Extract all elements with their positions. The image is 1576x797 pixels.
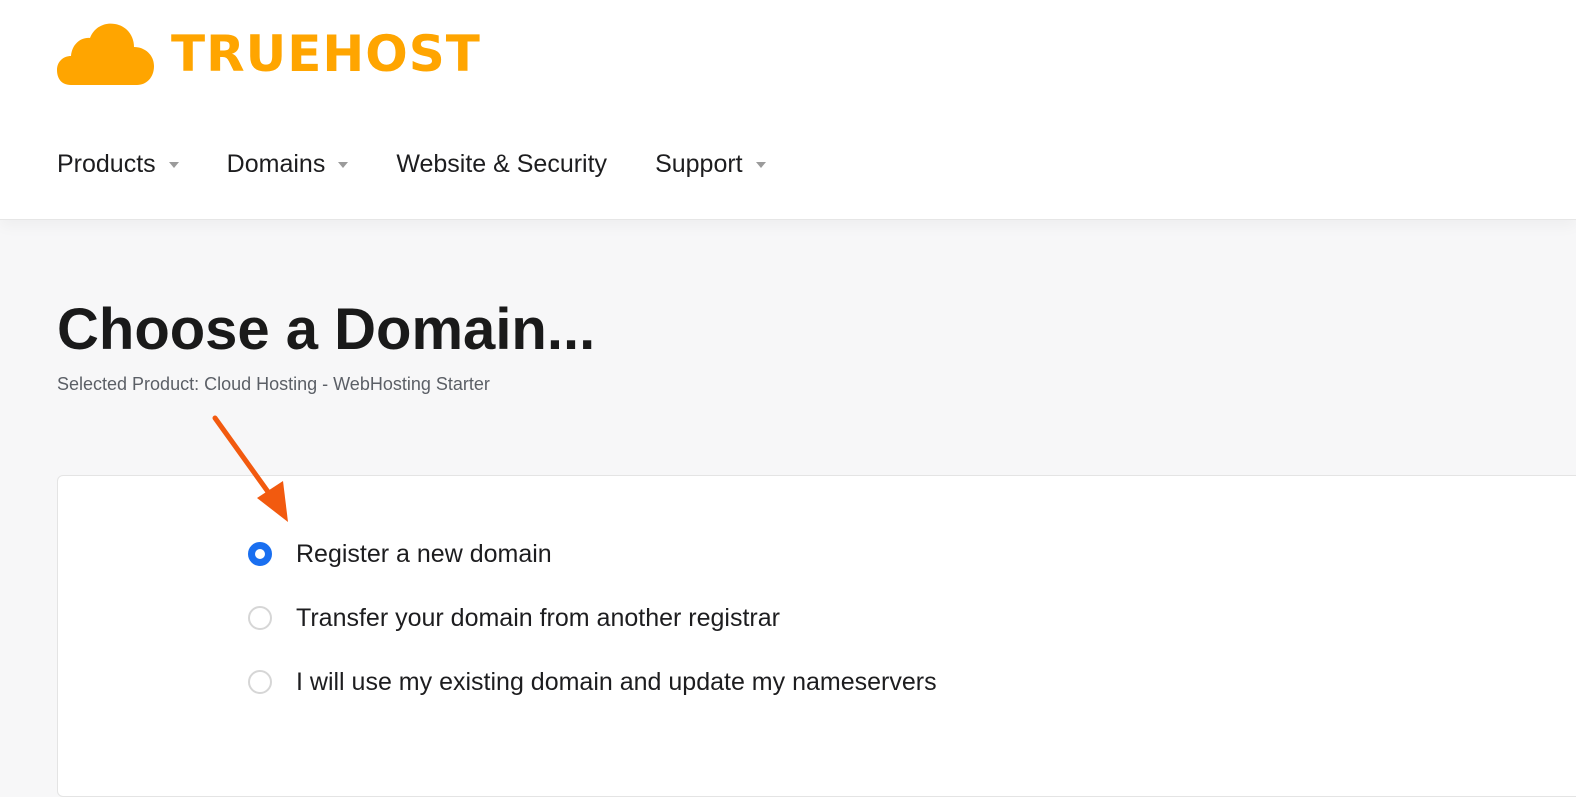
nav-item-website-security[interactable]: Website & Security <box>396 150 607 179</box>
nav-item-domains[interactable]: Domains <box>227 150 349 179</box>
caret-down-icon <box>168 162 179 168</box>
main-nav: Products Domains Website & Security Supp… <box>57 146 814 182</box>
option-register-new-domain[interactable]: Register a new domain <box>248 537 937 571</box>
nav-item-label: Products <box>57 149 156 178</box>
nav-item-label: Website & Security <box>396 149 608 178</box>
option-label: Transfer your domain from another regist… <box>296 603 780 632</box>
selected-product-text: Selected Product: Cloud Hosting - WebHos… <box>57 374 490 394</box>
site-header: TRUEHOST Products Domains Website & Secu… <box>0 0 1576 220</box>
brand-name: TRUEHOST <box>171 25 481 83</box>
cloud-icon <box>57 22 155 86</box>
radio-use-existing-domain[interactable] <box>248 670 272 694</box>
caret-down-icon <box>338 162 349 168</box>
option-label: I will use my existing domain and update… <box>296 667 937 696</box>
nav-item-label: Domains <box>226 149 326 178</box>
page-title: Choose a Domain... <box>57 297 596 362</box>
nav-item-products[interactable]: Products <box>57 150 179 179</box>
caret-down-icon <box>755 162 766 168</box>
option-transfer-domain[interactable]: Transfer your domain from another regist… <box>248 601 937 635</box>
radio-transfer-domain[interactable] <box>248 606 272 630</box>
nav-item-label: Support <box>655 149 743 178</box>
option-use-existing-domain[interactable]: I will use my existing domain and update… <box>248 665 937 699</box>
logo[interactable]: TRUEHOST <box>57 22 481 86</box>
domain-option-group: Register a new domain Transfer your doma… <box>248 537 937 729</box>
option-label: Register a new domain <box>296 539 552 568</box>
radio-register-new-domain[interactable] <box>248 542 272 566</box>
nav-item-support[interactable]: Support <box>655 150 766 179</box>
